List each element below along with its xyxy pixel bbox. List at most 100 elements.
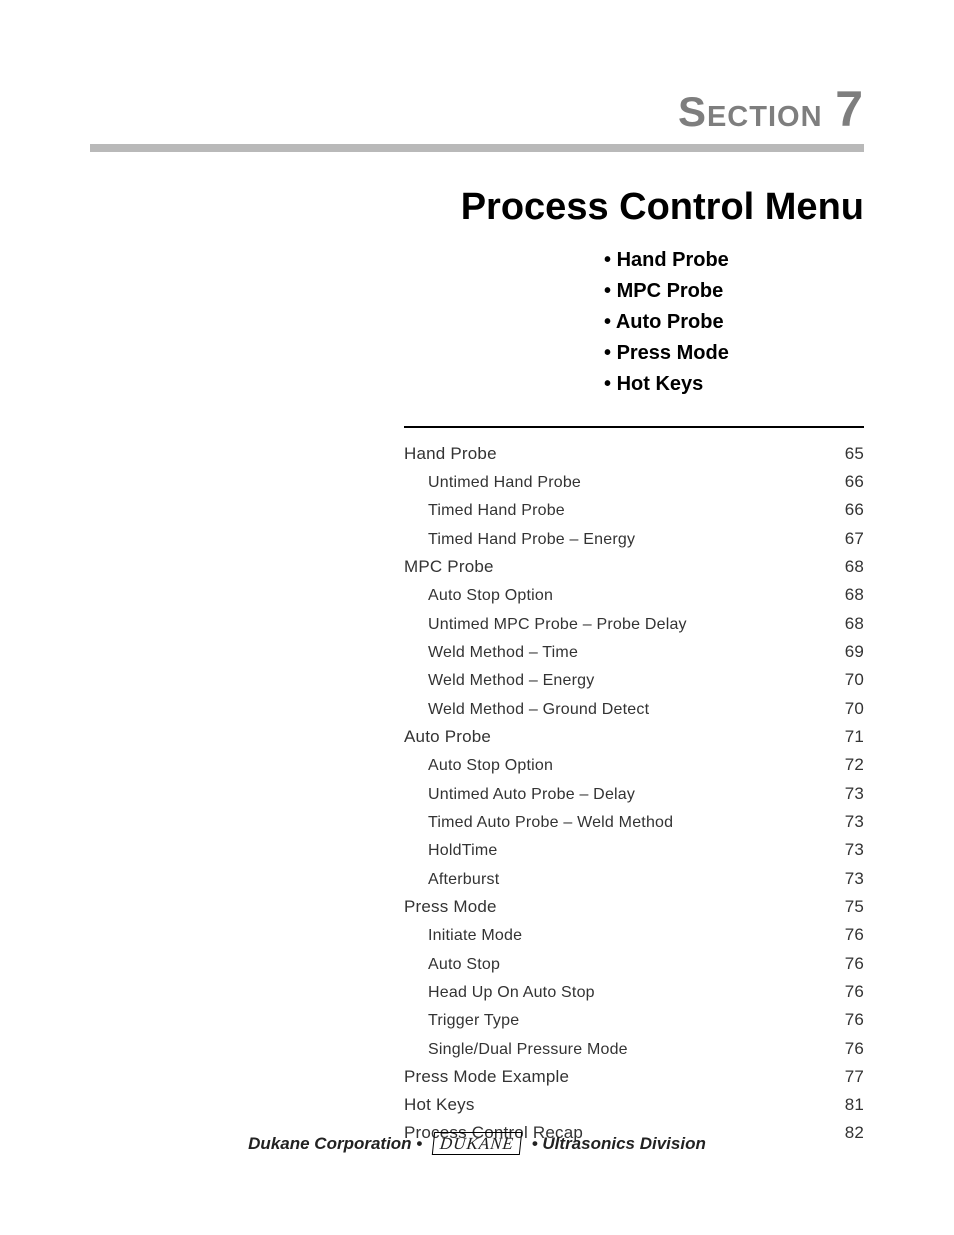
toc-label: Auto Stop Option — [404, 753, 553, 779]
toc-page: 69 — [845, 638, 864, 666]
bullets-wrap: Hand ProbeMPC ProbeAuto ProbePress ModeH… — [90, 245, 864, 426]
toc-label: Untimed Auto Probe – Delay — [404, 782, 635, 808]
toc-leader — [557, 583, 841, 600]
toc-page: 73 — [845, 836, 864, 864]
toc-label: Initiate Mode — [404, 923, 522, 949]
toc-label: Auto Probe — [404, 723, 491, 751]
toc-label: Afterburst — [404, 867, 499, 893]
divider — [90, 144, 864, 152]
toc-row: Untimed MPC Probe – Probe Delay 68 — [404, 610, 864, 638]
toc-row: Auto Probe 71 — [404, 723, 864, 751]
toc-row: MPC Probe 68 — [404, 553, 864, 581]
toc: Hand Probe65Untimed Hand Probe66Timed Ha… — [404, 426, 864, 1147]
toc-leader — [573, 1065, 841, 1082]
section-label: Section 7 — [90, 80, 864, 138]
toc-page: 70 — [845, 695, 864, 723]
toc-row: Timed Hand Probe66 — [404, 496, 864, 524]
toc-page: 76 — [845, 950, 864, 978]
toc-row: Auto Stop 76 — [404, 950, 864, 978]
toc-page: 72 — [845, 751, 864, 779]
toc-label: Hand Probe — [404, 440, 497, 468]
toc-page: 70 — [845, 666, 864, 694]
bullet-item: Hand Probe — [604, 245, 864, 276]
toc-page: 76 — [845, 1006, 864, 1034]
toc-page: 66 — [845, 468, 864, 496]
toc-leader — [526, 923, 840, 940]
toc-label: Press Mode Example — [404, 1063, 569, 1091]
toc-row: Head Up On Auto Stop 76 — [404, 978, 864, 1006]
toc-page: 68 — [845, 581, 864, 609]
toc-page: 76 — [845, 978, 864, 1006]
toc-page: 76 — [845, 921, 864, 949]
toc-row: Weld Method – Ground Detect 70 — [404, 695, 864, 723]
toc-row: Timed Auto Probe – Weld Method 73 — [404, 808, 864, 836]
bullet-item: Auto Probe — [604, 307, 864, 338]
toc-leader — [677, 810, 840, 827]
toc-leader — [569, 498, 841, 515]
toc-leader — [501, 895, 841, 912]
bullet-item: Press Mode — [604, 338, 864, 369]
toc-label: Timed Auto Probe – Weld Method — [404, 810, 673, 836]
footer: Dukane Corporation • DUKANE • Ultrasonic… — [0, 1132, 954, 1155]
toc-label: MPC Probe — [404, 553, 494, 581]
page-title: Process Control Menu — [90, 186, 864, 229]
toc-label: Auto Stop Option — [404, 583, 553, 609]
toc-row: Press Mode 75 — [404, 893, 864, 921]
toc-label: Weld Method – Ground Detect — [404, 697, 649, 723]
toc-row: Auto Stop Option 68 — [404, 581, 864, 609]
toc-label: Auto Stop — [404, 952, 500, 978]
bullet-item: MPC Probe — [604, 276, 864, 307]
toc-leader — [639, 527, 841, 544]
footer-sep: • — [416, 1134, 422, 1153]
toc-leader — [598, 668, 840, 685]
toc-leader — [639, 782, 841, 799]
toc-leader — [523, 1008, 840, 1025]
section-label-prefix: Section — [678, 88, 823, 135]
toc-label: Hot Keys — [404, 1091, 475, 1119]
toc-row: Hot Keys 81 — [404, 1091, 864, 1119]
toc-leader — [599, 980, 841, 997]
toc-row: Weld Method – Energy 70 — [404, 666, 864, 694]
toc-page: 81 — [845, 1091, 864, 1119]
toc-leader — [585, 470, 841, 487]
toc-page: 73 — [845, 865, 864, 893]
toc-page: 75 — [845, 893, 864, 921]
toc-label: Untimed Hand Probe — [404, 470, 581, 496]
page: Section 7 Process Control Menu Hand Prob… — [0, 0, 954, 1235]
toc-row: Timed Hand Probe – Energy 67 — [404, 525, 864, 553]
toc-label: Trigger Type — [404, 1008, 519, 1034]
toc-row: Press Mode Example77 — [404, 1063, 864, 1091]
toc-page: 71 — [845, 723, 864, 751]
toc-leader — [501, 442, 841, 459]
toc-leader — [495, 725, 841, 742]
toc-row: Afterburst 73 — [404, 865, 864, 893]
toc-leader — [498, 555, 841, 572]
footer-sep: • — [532, 1134, 538, 1153]
toc-label: Single/Dual Pressure Mode — [404, 1037, 628, 1063]
toc-row: Untimed Hand Probe 66 — [404, 468, 864, 496]
toc-page: 76 — [845, 1035, 864, 1063]
toc-label: Timed Hand Probe — [404, 498, 565, 524]
toc-label: Weld Method – Time — [404, 640, 578, 666]
toc-page: 67 — [845, 525, 864, 553]
toc-row: Weld Method – Time 69 — [404, 638, 864, 666]
toc-leader — [479, 1093, 841, 1110]
toc-label: Untimed MPC Probe – Probe Delay — [404, 612, 687, 638]
toc-label: Timed Hand Probe – Energy — [404, 527, 635, 553]
toc-leader — [582, 640, 841, 657]
toc-leader — [632, 1037, 841, 1054]
toc-row: Untimed Auto Probe – Delay73 — [404, 780, 864, 808]
bullet-item: Hot Keys — [604, 369, 864, 400]
toc-leader — [501, 838, 840, 855]
footer-right: Ultrasonics Division — [542, 1134, 705, 1153]
toc-label: Weld Method – Energy — [404, 668, 594, 694]
toc-row: Hand Probe65 — [404, 440, 864, 468]
toc-page: 68 — [845, 610, 864, 638]
toc-label: Press Mode — [404, 893, 497, 921]
toc-leader — [504, 952, 841, 969]
toc-page: 68 — [845, 553, 864, 581]
toc-divider — [404, 426, 864, 428]
toc-page: 73 — [845, 808, 864, 836]
toc-label: Head Up On Auto Stop — [404, 980, 595, 1006]
toc-leader — [691, 612, 841, 629]
